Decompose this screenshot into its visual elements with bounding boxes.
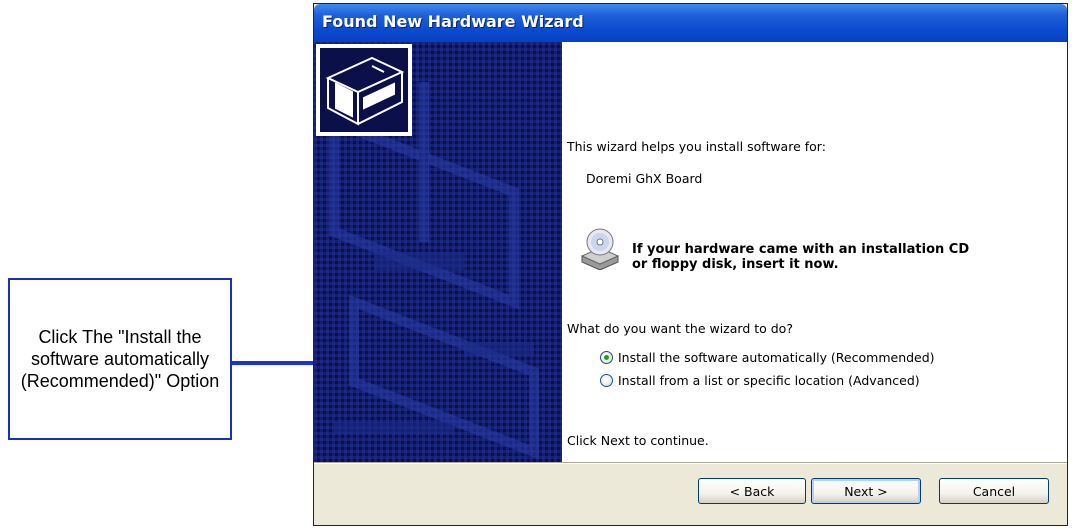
wizard-content: This wizard helps you install software f… xyxy=(562,42,1067,465)
radio-button-unselected[interactable] xyxy=(600,374,613,387)
option-label[interactable]: Install the software automatically (Reco… xyxy=(618,350,935,365)
cd-drive-icon xyxy=(580,228,620,270)
device-name: Doremi GhX Board xyxy=(586,171,703,186)
option-label[interactable]: Install from a list or specific location… xyxy=(618,373,920,388)
window-title: Found New Hardware Wizard xyxy=(322,12,584,31)
continue-text: Click Next to continue. xyxy=(567,433,709,448)
annotation-text: Click The "Install the software automati… xyxy=(20,327,220,391)
back-button[interactable]: < Back xyxy=(698,478,806,504)
cd-notice: If your hardware came with an installati… xyxy=(632,242,970,272)
intro-text: This wizard helps you install software f… xyxy=(567,139,826,154)
title-bar[interactable]: Found New Hardware Wizard xyxy=(314,4,1067,42)
option-install-automatically[interactable]: Install the software automatically (Reco… xyxy=(600,350,935,365)
hardware-box-icon xyxy=(316,44,412,136)
option-install-from-list[interactable]: Install from a list or specific location… xyxy=(600,373,920,388)
cancel-button[interactable]: Cancel xyxy=(939,478,1049,504)
wizard-window: Found New Hardware Wizard This wizard he… xyxy=(313,3,1068,526)
radio-button-selected[interactable] xyxy=(600,351,613,364)
question-text: What do you want the wizard to do? xyxy=(567,321,793,336)
button-bar: < Back Next > Cancel xyxy=(314,462,1067,525)
page: Click The "Install the software automati… xyxy=(0,0,1076,529)
annotation-callout: Click The "Install the software automati… xyxy=(8,278,232,440)
next-button[interactable]: Next > xyxy=(811,478,921,504)
wizard-banner xyxy=(314,42,562,465)
